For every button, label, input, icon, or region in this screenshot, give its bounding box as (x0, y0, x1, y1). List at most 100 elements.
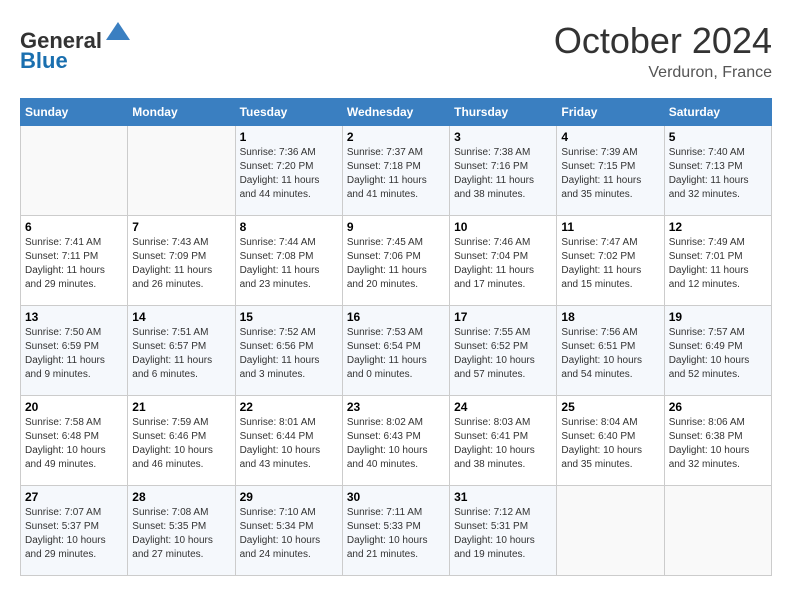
calendar-body: 1 Sunrise: 7:36 AMSunset: 7:20 PMDaylight… (21, 126, 772, 576)
day-number: 11 (561, 220, 659, 234)
calendar-cell: 31Sunrise: 7:12 AMSunset: 5:31 PMDayligh… (450, 486, 557, 576)
day-info: Sunrise: 7:49 AMSunset: 7:01 PMDaylight:… (669, 236, 767, 292)
day-number: 14 (132, 310, 230, 324)
calendar-cell: 15 Sunrise: 7:52 AMSunset: 6:56 PMDayligh… (235, 306, 342, 396)
day-of-week-header: Thursday (450, 99, 557, 126)
calendar-cell (128, 126, 235, 216)
day-info: Sunrise: 7:39 AMSunset: 7:15 PMDaylight:… (561, 146, 659, 202)
day-info: Sunrise: 7:56 AMSunset: 6:51 PMDaylight:… (561, 326, 659, 382)
day-info: Sunrise: 7:45 AMSunset: 7:06 PMDaylight:… (347, 236, 445, 292)
logo-icon (104, 20, 132, 48)
calendar-week-row: 20 Sunrise: 7:58 AMSunset: 6:48 PMDayligh… (21, 396, 772, 486)
calendar-cell: 2 Sunrise: 7:37 AMSunset: 7:18 PMDaylight… (342, 126, 449, 216)
day-number: 2 (347, 130, 445, 144)
logo-blue: Blue (20, 48, 68, 73)
day-number: 1 (240, 130, 338, 144)
calendar-cell: 5 Sunrise: 7:40 AMSunset: 7:13 PMDaylight… (664, 126, 771, 216)
calendar-cell: 26 Sunrise: 8:06 AMSunset: 6:38 PMDayligh… (664, 396, 771, 486)
day-of-week-header: Saturday (664, 99, 771, 126)
day-info: Sunrise: 7:58 AMSunset: 6:48 PMDaylight:… (25, 416, 123, 472)
day-of-week-header: Sunday (21, 99, 128, 126)
day-number: 21 (132, 400, 230, 414)
day-info: Sunrise: 8:06 AMSunset: 6:38 PMDaylight:… (669, 416, 767, 472)
day-info: Sunrise: 7:10 AMSunset: 5:34 PMDaylight:… (240, 506, 338, 562)
day-info: Sunrise: 7:41 AMSunset: 7:11 PMDaylight:… (25, 236, 123, 292)
calendar-cell (664, 486, 771, 576)
calendar-cell: 19 Sunrise: 7:57 AMSunset: 6:49 PMDayligh… (664, 306, 771, 396)
day-info: Sunrise: 7:40 AMSunset: 7:13 PMDaylight:… (669, 146, 767, 202)
calendar-cell: 22Sunrise: 8:01 AMSunset: 6:44 PMDayligh… (235, 396, 342, 486)
day-info: Sunrise: 7:52 AMSunset: 6:56 PMDaylight:… (240, 326, 338, 382)
day-info: Sunrise: 7:50 AMSunset: 6:59 PMDaylight:… (25, 326, 123, 382)
calendar-cell: 6 Sunrise: 7:41 AMSunset: 7:11 PMDaylight… (21, 216, 128, 306)
day-info: Sunrise: 7:08 AMSunset: 5:35 PMDaylight:… (132, 506, 230, 562)
day-number: 7 (132, 220, 230, 234)
month-title: October 2024 (554, 20, 772, 62)
day-number: 5 (669, 130, 767, 144)
day-info: Sunrise: 7:47 AMSunset: 7:02 PMDaylight:… (561, 236, 659, 292)
day-info: Sunrise: 8:03 AMSunset: 6:41 PMDaylight:… (454, 416, 552, 472)
day-info: Sunrise: 7:57 AMSunset: 6:49 PMDaylight:… (669, 326, 767, 382)
calendar-cell: 29 Sunrise: 7:10 AMSunset: 5:34 PMDayligh… (235, 486, 342, 576)
location: Verduron, France (554, 64, 772, 82)
calendar-cell: 18Sunrise: 7:56 AMSunset: 6:51 PMDayligh… (557, 306, 664, 396)
calendar-cell: 12 Sunrise: 7:49 AMSunset: 7:01 PMDayligh… (664, 216, 771, 306)
day-info: Sunrise: 7:51 AMSunset: 6:57 PMDaylight:… (132, 326, 230, 382)
day-number: 19 (669, 310, 767, 324)
day-info: Sunrise: 7:11 AMSunset: 5:33 PMDaylight:… (347, 506, 445, 562)
calendar-cell: 25Sunrise: 8:04 AMSunset: 6:40 PMDayligh… (557, 396, 664, 486)
calendar-cell: 21 Sunrise: 7:59 AMSunset: 6:46 PMDayligh… (128, 396, 235, 486)
calendar-cell: 20 Sunrise: 7:58 AMSunset: 6:48 PMDayligh… (21, 396, 128, 486)
calendar-cell: 4 Sunrise: 7:39 AMSunset: 7:15 PMDaylight… (557, 126, 664, 216)
day-number: 10 (454, 220, 552, 234)
calendar-table: SundayMondayTuesdayWednesdayThursdayFrid… (20, 98, 772, 576)
calendar-cell: 23 Sunrise: 8:02 AMSunset: 6:43 PMDayligh… (342, 396, 449, 486)
day-number: 25 (561, 400, 659, 414)
calendar-cell: 30Sunrise: 7:11 AMSunset: 5:33 PMDayligh… (342, 486, 449, 576)
day-info: Sunrise: 8:02 AMSunset: 6:43 PMDaylight:… (347, 416, 445, 472)
calendar-week-row: 6 Sunrise: 7:41 AMSunset: 7:11 PMDaylight… (21, 216, 772, 306)
day-number: 13 (25, 310, 123, 324)
day-of-week-header: Friday (557, 99, 664, 126)
day-number: 15 (240, 310, 338, 324)
day-number: 23 (347, 400, 445, 414)
calendar-cell: 28Sunrise: 7:08 AMSunset: 5:35 PMDayligh… (128, 486, 235, 576)
day-info: Sunrise: 7:37 AMSunset: 7:18 PMDaylight:… (347, 146, 445, 202)
day-of-week-header: Tuesday (235, 99, 342, 126)
day-info: Sunrise: 7:07 AMSunset: 5:37 PMDaylight:… (25, 506, 123, 562)
day-number: 9 (347, 220, 445, 234)
day-number: 4 (561, 130, 659, 144)
calendar-cell: 17Sunrise: 7:55 AMSunset: 6:52 PMDayligh… (450, 306, 557, 396)
day-number: 24 (454, 400, 552, 414)
day-number: 6 (25, 220, 123, 234)
calendar-cell: 16Sunrise: 7:53 AMSunset: 6:54 PMDayligh… (342, 306, 449, 396)
calendar-header-row: SundayMondayTuesdayWednesdayThursdayFrid… (21, 99, 772, 126)
calendar-week-row: 13 Sunrise: 7:50 AMSunset: 6:59 PMDayligh… (21, 306, 772, 396)
day-number: 12 (669, 220, 767, 234)
calendar-cell (557, 486, 664, 576)
day-number: 29 (240, 490, 338, 504)
calendar-cell: 10 Sunrise: 7:46 AMSunset: 7:04 PMDayligh… (450, 216, 557, 306)
calendar-cell: 7 Sunrise: 7:43 AMSunset: 7:09 PMDaylight… (128, 216, 235, 306)
day-of-week-header: Wednesday (342, 99, 449, 126)
calendar-cell: 9 Sunrise: 7:45 AMSunset: 7:06 PMDaylight… (342, 216, 449, 306)
calendar-cell: 8Sunrise: 7:44 AMSunset: 7:08 PMDaylight… (235, 216, 342, 306)
day-number: 20 (25, 400, 123, 414)
day-number: 16 (347, 310, 445, 324)
day-number: 3 (454, 130, 552, 144)
day-info: Sunrise: 7:43 AMSunset: 7:09 PMDaylight:… (132, 236, 230, 292)
day-info: Sunrise: 7:12 AMSunset: 5:31 PMDaylight:… (454, 506, 552, 562)
calendar-cell: 14 Sunrise: 7:51 AMSunset: 6:57 PMDayligh… (128, 306, 235, 396)
day-number: 27 (25, 490, 123, 504)
logo: General Blue (20, 20, 132, 73)
day-info: Sunrise: 7:36 AMSunset: 7:20 PMDaylight:… (240, 146, 338, 202)
day-info: Sunrise: 7:59 AMSunset: 6:46 PMDaylight:… (132, 416, 230, 472)
day-number: 22 (240, 400, 338, 414)
calendar-week-row: 27 Sunrise: 7:07 AMSunset: 5:37 PMDayligh… (21, 486, 772, 576)
title-block: October 2024 Verduron, France (554, 20, 772, 82)
calendar-cell: 1 Sunrise: 7:36 AMSunset: 7:20 PMDaylight… (235, 126, 342, 216)
page-header: General Blue October 2024 Verduron, Fran… (20, 20, 772, 82)
calendar-cell: 24 Sunrise: 8:03 AMSunset: 6:41 PMDayligh… (450, 396, 557, 486)
day-info: Sunrise: 7:46 AMSunset: 7:04 PMDaylight:… (454, 236, 552, 292)
day-number: 26 (669, 400, 767, 414)
